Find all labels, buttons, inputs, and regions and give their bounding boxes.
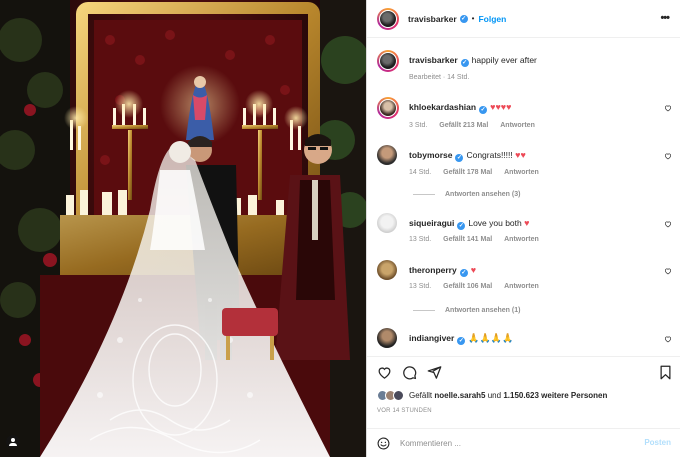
header-separator: • <box>471 14 475 23</box>
comment-time: 3 Std. <box>409 122 428 129</box>
comment-likes[interactable]: Gefällt 106 Mal <box>443 283 492 290</box>
post-side-panel: travisbarker ✓ • Folgen ••• travisbarker… <box>366 0 680 457</box>
comment-username[interactable]: indiangiver <box>409 333 454 343</box>
comment-hearts: ♥ <box>524 218 530 228</box>
author-username[interactable]: travisbarker <box>408 14 457 24</box>
verified-badge-icon: ✓ <box>460 59 469 67</box>
comment-item: khloekardashian ✓ ♥♥♥♥ 3 Std. Gefällt 213 … <box>377 97 672 133</box>
liker-avatar[interactable] <box>393 390 404 401</box>
comment-like-heart-icon[interactable] <box>664 220 672 228</box>
comment-time: 13 Std. <box>409 283 432 290</box>
comment-username[interactable]: tobymorse <box>409 150 452 160</box>
comment-item: theronperry ✓ ♥ 13 Std. Gefällt 106 Mal An… <box>377 260 672 296</box>
wedding-photo-illustration <box>0 0 366 457</box>
verified-badge-icon: ✓ <box>479 106 488 114</box>
comment-body: Love you both <box>468 218 522 228</box>
caption-author-avatar[interactable] <box>377 50 399 72</box>
caption-username[interactable]: travisbarker <box>409 55 458 65</box>
comment-meta: 13 Std. Gefällt 141 Mal Antworten <box>409 236 549 243</box>
comment-username[interactable]: theronperry <box>409 265 457 275</box>
caption-edited-time: Bearbeitet · 14 Std. <box>409 74 470 81</box>
comment-emoji: 🙏🙏🙏🙏 <box>468 333 514 343</box>
comment-time: 14 Std. <box>409 169 432 176</box>
comment-item: indiangiver ✓ 🙏🙏🙏🙏 <box>377 328 672 356</box>
comment-text: khloekardashian ✓ ♥♥♥♥ <box>409 102 647 114</box>
comment-username[interactable]: khloekardashian <box>409 102 476 112</box>
comment-input[interactable] <box>400 438 630 448</box>
comment-hearts: ♥ <box>470 265 477 275</box>
send-icon[interactable] <box>427 365 442 380</box>
comment-like-heart-icon[interactable] <box>664 267 672 275</box>
comment-meta: 3 Std. Gefällt 213 Mal Antworten <box>409 122 545 129</box>
caption-meta: Bearbeitet · 14 Std. <box>409 74 479 81</box>
comment-body: Congrats!!!!! <box>466 150 513 160</box>
comment-meta: 13 Std. Gefällt 106 Mal Antworten <box>409 283 549 290</box>
comment-like-heart-icon[interactable] <box>664 152 672 160</box>
post-comment-button[interactable]: Posten <box>644 438 671 447</box>
post-timestamp[interactable]: VOR 14 STUNDEN <box>377 408 432 414</box>
reply-button[interactable]: Antworten <box>504 236 539 243</box>
comment-likes[interactable]: Gefällt 178 Mal <box>443 169 492 176</box>
comment-likes[interactable]: Gefällt 141 Mal <box>443 236 492 243</box>
reply-button[interactable]: Antworten <box>500 122 535 129</box>
comment-item: siqueiragui ✓ Love you both ♥ 13 Std. Gefä… <box>377 213 672 249</box>
verified-badge-icon: ✓ <box>457 337 466 345</box>
verified-badge-icon: ✓ <box>459 269 468 277</box>
verified-badge-icon: ✓ <box>457 222 466 230</box>
liked-by-avatars <box>377 390 404 401</box>
comment-composer: Posten <box>367 428 680 457</box>
reply-button[interactable]: Antworten <box>504 169 539 176</box>
commenter-avatar[interactable] <box>377 328 397 348</box>
commenter-avatar[interactable] <box>377 145 397 165</box>
smiley-icon[interactable] <box>377 437 390 450</box>
commenter-avatar[interactable] <box>377 97 399 119</box>
caption-text: travisbarker ✓ happily ever after <box>409 55 647 67</box>
tagged-users-icon[interactable] <box>6 435 20 449</box>
comments-list: travisbarker ✓ happily ever after Bearbeit… <box>367 38 680 356</box>
comment-hearts: ♥♥♥♥ <box>490 102 512 112</box>
comment-like-heart-icon[interactable] <box>664 104 672 112</box>
caption-body: happily ever after <box>471 55 537 65</box>
comment-icon[interactable] <box>402 365 417 380</box>
comment-time: 13 Std. <box>409 236 432 243</box>
post-actions: Gefällt noelle.sarah5 und 1.150.623 weit… <box>367 356 680 428</box>
comment-meta: 14 Std. Gefällt 178 Mal Antworten <box>409 169 549 176</box>
post-photo[interactable] <box>0 0 366 457</box>
liked-by-user[interactable]: noelle.sarah5 <box>434 391 485 400</box>
comment-text: tobymorse ✓ Congrats!!!!! ♥♥ <box>409 150 647 162</box>
liked-by-row: Gefällt noelle.sarah5 und 1.150.623 weit… <box>377 390 607 401</box>
liked-by-joiner: und <box>487 391 502 400</box>
comment-text: indiangiver ✓ 🙏🙏🙏🙏 <box>409 333 647 345</box>
view-replies-button[interactable]: Antworten ansehen (1) <box>413 307 520 314</box>
author-avatar[interactable] <box>377 7 399 30</box>
more-options-icon[interactable]: ••• <box>660 12 670 24</box>
liked-by-prefix: Gefällt <box>409 391 433 400</box>
follow-button[interactable]: Folgen <box>478 14 506 24</box>
verified-badge-icon: ✓ <box>455 154 464 162</box>
comment-username[interactable]: siqueiragui <box>409 218 454 228</box>
bookmark-icon[interactable] <box>658 365 673 380</box>
caption-item: travisbarker ✓ happily ever after Bearbeit… <box>377 50 672 84</box>
commenter-avatar[interactable] <box>377 260 397 280</box>
verified-badge-icon: ✓ <box>459 14 468 23</box>
comment-text: theronperry ✓ ♥ <box>409 265 647 277</box>
comment-hearts: ♥♥ <box>515 150 526 160</box>
comment-like-heart-icon[interactable] <box>664 335 672 343</box>
like-heart-icon[interactable] <box>377 365 392 380</box>
comment-item: tobymorse ✓ Congrats!!!!! ♥♥ 14 Std. Gefäl… <box>377 145 672 181</box>
view-replies-button[interactable]: Antworten ansehen (3) <box>413 191 520 198</box>
comment-likes[interactable]: Gefällt 213 Mal <box>439 122 488 129</box>
liked-by-count[interactable]: 1.150.623 weitere Personen <box>503 391 607 400</box>
commenter-avatar[interactable] <box>377 213 397 233</box>
post-header: travisbarker ✓ • Folgen ••• <box>367 0 680 38</box>
comment-text: siqueiragui ✓ Love you both ♥ <box>409 218 647 230</box>
reply-button[interactable]: Antworten <box>504 283 539 290</box>
